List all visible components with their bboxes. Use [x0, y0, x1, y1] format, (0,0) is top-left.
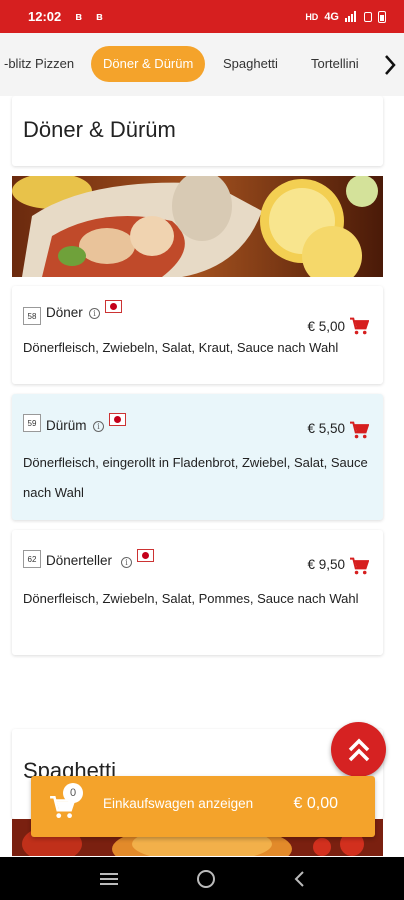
network-label: 4G	[324, 10, 339, 23]
item-number: 59	[23, 414, 41, 432]
chevron-right-icon[interactable]	[376, 33, 404, 96]
notification-b-icon: ʙ	[96, 10, 103, 23]
doener-banner-image	[12, 176, 383, 277]
battery-icon	[378, 10, 386, 23]
flag-icon	[137, 549, 154, 562]
item-number: 58	[23, 307, 41, 325]
item-description: Dönerfleisch, Zwiebeln, Salat, Kraut, Sa…	[23, 340, 339, 355]
item-price: € 5,50	[307, 421, 345, 436]
info-icon[interactable]: i	[93, 421, 104, 432]
back-icon[interactable]	[293, 870, 305, 888]
cart-total: € 0,00	[293, 795, 338, 812]
item-name: Döner	[46, 305, 83, 320]
menu-item-doener[interactable]: 58 Döner i € 5,00 Dönerfleisch, Zwiebeln…	[12, 286, 383, 384]
sim-icon	[364, 11, 372, 22]
tab-blitz-pizzen[interactable]: -blitz Pizzen	[4, 46, 74, 82]
menu-item-doenerteller[interactable]: 62 Dönerteller i € 9,50 Dönerfleisch, Zw…	[12, 530, 383, 655]
category-tabs: -blitz Pizzen Döner & Dürüm Spaghetti To…	[0, 33, 404, 96]
item-price: € 9,50	[307, 557, 345, 572]
recents-icon[interactable]	[99, 872, 119, 886]
notification-b-icon: ʙ	[75, 10, 83, 23]
home-icon[interactable]	[196, 869, 216, 889]
flag-icon	[109, 413, 126, 426]
item-name: Dürüm	[46, 418, 87, 433]
item-name: Dönerteller	[46, 553, 113, 568]
cart-count-badge: 0	[63, 783, 83, 803]
status-bar: 12:02 ʙ ʙ HD 4G	[0, 0, 404, 33]
item-description: Dönerfleisch, Zwiebeln, Salat, Pommes, S…	[23, 591, 359, 606]
view-cart-button[interactable]: 0 Einkaufswagen anzeigen € 0,00	[31, 776, 375, 837]
section-title: Döner & Dürüm	[23, 117, 176, 142]
item-price: € 5,00	[307, 319, 345, 334]
item-number: 62	[23, 550, 41, 568]
flag-icon	[105, 300, 122, 313]
status-time: 12:02	[28, 9, 62, 24]
info-icon[interactable]: i	[121, 557, 132, 568]
tab-doener-duerum[interactable]: Döner & Dürüm	[91, 46, 206, 82]
menu-item-duerum[interactable]: 59 Dürüm i € 5,50 Dönerfleisch, eingerol…	[12, 394, 383, 520]
cart-label: Einkaufswagen anzeigen	[103, 796, 254, 811]
signal-icon	[345, 11, 356, 22]
hd-icon: HD	[305, 11, 319, 22]
cart-icon[interactable]	[349, 421, 369, 439]
scroll-top-button[interactable]	[331, 722, 386, 777]
info-icon[interactable]: i	[89, 308, 100, 319]
tab-spaghetti[interactable]: Spaghetti	[223, 46, 278, 82]
cart-icon[interactable]	[349, 557, 369, 575]
system-navigation-bar	[0, 857, 404, 900]
tab-tortellini[interactable]: Tortellini	[311, 46, 359, 82]
section-header-card: Döner & Dürüm	[12, 96, 383, 166]
double-chevron-up-icon	[348, 738, 369, 761]
item-description: Dönerfleisch, eingerollt in Fladenbrot, …	[23, 455, 368, 500]
